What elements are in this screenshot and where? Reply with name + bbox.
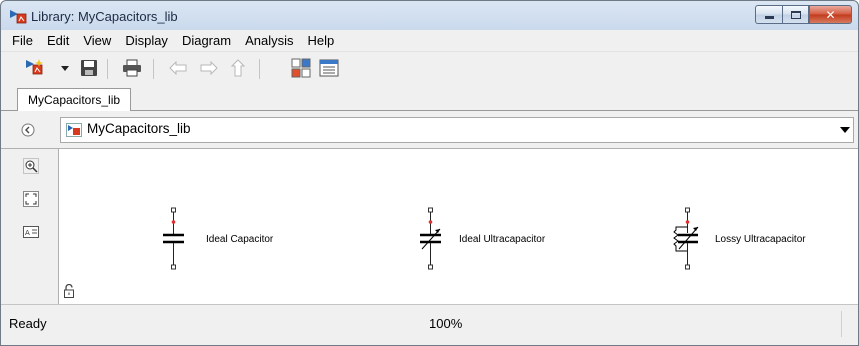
left-tool-palette: A — [1, 149, 59, 304]
status-divider — [841, 311, 842, 337]
dropdown-arrow-icon — [61, 65, 69, 71]
menu-diagram[interactable]: Diagram — [175, 30, 238, 51]
tab-mycapacitors-lib[interactable]: MyCapacitors_lib — [17, 88, 132, 112]
library-canvas[interactable]: Ideal Capacitor Ideal Ultracapacitor Los… — [59, 149, 858, 304]
menu-edit[interactable]: Edit — [40, 30, 76, 51]
status-text: Ready — [9, 316, 47, 331]
save-button[interactable] — [77, 57, 101, 79]
window-title: Library: MyCapacitors_lib — [31, 9, 178, 24]
close-icon: ✕ — [825, 7, 836, 22]
model-explorer-icon — [319, 59, 339, 77]
ideal-capacitor-icon — [163, 207, 184, 270]
block-label: Ideal Capacitor — [206, 234, 274, 245]
library-browser-button[interactable] — [289, 57, 313, 79]
text-annotation-icon[interactable]: A — [23, 224, 39, 240]
toolbar-separator — [259, 59, 260, 79]
status-bar: Ready 100% — [1, 304, 858, 345]
library-model-icon — [66, 123, 82, 137]
menu-view[interactable]: View — [76, 30, 118, 51]
close-button[interactable]: ✕ — [809, 5, 852, 24]
block-label: Lossy Ultracapacitor — [715, 234, 806, 245]
forward-button[interactable] — [197, 57, 221, 79]
address-path: MyCapacitors_lib — [87, 121, 191, 136]
maximize-icon — [790, 10, 801, 19]
zoom-in-icon[interactable] — [23, 158, 39, 174]
print-button[interactable] — [120, 57, 144, 79]
toolbar-separator — [153, 59, 154, 79]
save-icon — [81, 60, 97, 76]
model-explorer-button[interactable] — [317, 57, 341, 79]
zoom-level: 100% — [429, 316, 463, 331]
library-browser-icon — [291, 58, 311, 78]
block-label: Ideal Ultracapacitor — [459, 234, 546, 245]
lossy-ultracapacitor-icon — [673, 207, 699, 270]
maximize-button[interactable] — [782, 5, 809, 24]
address-row: MyCapacitors_lib — [1, 111, 858, 149]
library-window: Library: MyCapacitors_lib ✕ File Edit Vi… — [0, 0, 859, 346]
new-dropdown-button[interactable] — [59, 57, 71, 79]
simulink-library-icon — [10, 10, 27, 24]
svg-text:A: A — [25, 229, 30, 237]
up-button[interactable] — [226, 57, 250, 79]
fit-to-view-icon[interactable] — [23, 191, 39, 207]
new-library-icon — [26, 59, 43, 75]
menu-file[interactable]: File — [5, 30, 40, 51]
menu-display[interactable]: Display — [118, 30, 175, 51]
toolbar — [1, 51, 858, 85]
tab-strip: MyCapacitors_lib — [1, 85, 858, 112]
print-icon — [123, 59, 141, 77]
up-arrow-icon — [231, 59, 245, 77]
menu-analysis[interactable]: Analysis — [238, 30, 300, 51]
address-dropdown-icon[interactable] — [840, 127, 850, 133]
library-lock-icon[interactable] — [64, 284, 74, 298]
back-button[interactable] — [166, 57, 190, 79]
minimize-button[interactable] — [755, 5, 782, 24]
back-arrow-icon — [169, 61, 187, 75]
hide-browser-icon[interactable] — [21, 123, 35, 137]
menu-bar: File Edit View Display Diagram Analysis … — [1, 30, 858, 51]
menu-help[interactable]: Help — [300, 30, 341, 51]
toolbar-separator — [107, 59, 108, 79]
ideal-ultracapacitor-icon — [420, 207, 441, 270]
new-library-button[interactable] — [23, 57, 47, 79]
window-controls: ✕ — [755, 5, 852, 25]
model-address-bar[interactable]: MyCapacitors_lib — [60, 117, 854, 143]
minimize-icon — [764, 16, 774, 19]
forward-arrow-icon — [200, 61, 218, 75]
